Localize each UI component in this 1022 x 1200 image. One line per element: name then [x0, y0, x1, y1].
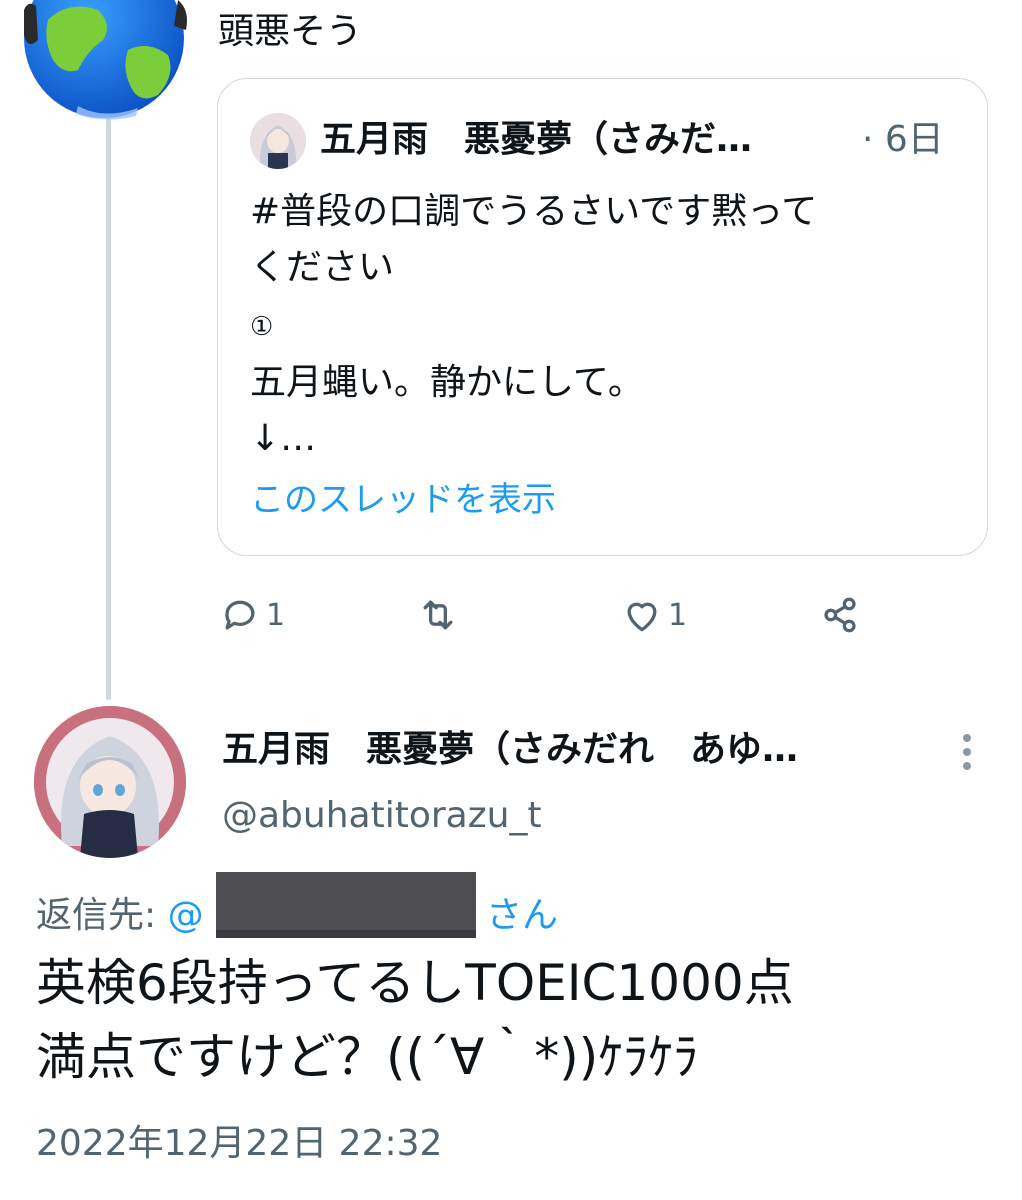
reply-to-label: 返信先: @: [36, 890, 204, 942]
quoted-author-avatar[interactable]: [250, 113, 306, 169]
main-author-name[interactable]: 五月雨 悪憂夢（さみだれ あゆ…: [222, 722, 798, 778]
retweet-button[interactable]: [416, 590, 460, 640]
previous-post-text: 頭悪そう: [218, 11, 363, 52]
share-icon: [824, 597, 856, 633]
retweet-icon: [423, 600, 453, 630]
like-button[interactable]: 1: [620, 590, 687, 640]
more-options-icon[interactable]: [955, 730, 979, 774]
redacted-username-block: [216, 872, 476, 938]
quoted-post-body: #普段の口調でうるさいです黙って ください ① 五月蝿い。静かにして。 ↓…: [250, 184, 960, 467]
reply-icon: [225, 600, 255, 630]
reply-to-at[interactable]: @: [168, 895, 204, 936]
globe-avatar[interactable]: [18, 0, 190, 120]
quoted-post-body-line1: #普段の口調でうるさいです黙って ください: [250, 191, 818, 288]
quoted-post-number-marker: ①: [250, 312, 274, 342]
reply-to-suffix[interactable]: さん: [486, 890, 558, 942]
quoted-author-name[interactable]: 五月雨 悪憂夢（さみだ…: [320, 116, 830, 164]
reply-button[interactable]: 1: [218, 590, 285, 640]
quoted-post-body-line2: 五月蝿い。静かにして。 ↓…: [250, 362, 644, 459]
main-post-text: 英検6段持ってるしTOEIC1000点 満点ですけど？((´∀｀*))ｹﾗｹﾗ: [36, 954, 794, 1086]
share-button[interactable]: [818, 590, 862, 640]
quoted-post-time[interactable]: · 6日: [862, 116, 944, 164]
reply-count: 1: [266, 597, 286, 633]
thread-connector-line: [106, 118, 111, 700]
heart-icon: [627, 602, 657, 632]
main-author-avatar[interactable]: [34, 706, 186, 858]
reply-to-prefix: 返信先:: [36, 895, 168, 936]
show-thread-link[interactable]: このスレッドを表示: [250, 476, 556, 524]
post-timestamp[interactable]: 2022年12月22日 22:32: [36, 1118, 442, 1170]
main-author-handle[interactable]: @abuhatitorazu_t: [222, 790, 542, 842]
like-count: 1: [668, 597, 688, 633]
